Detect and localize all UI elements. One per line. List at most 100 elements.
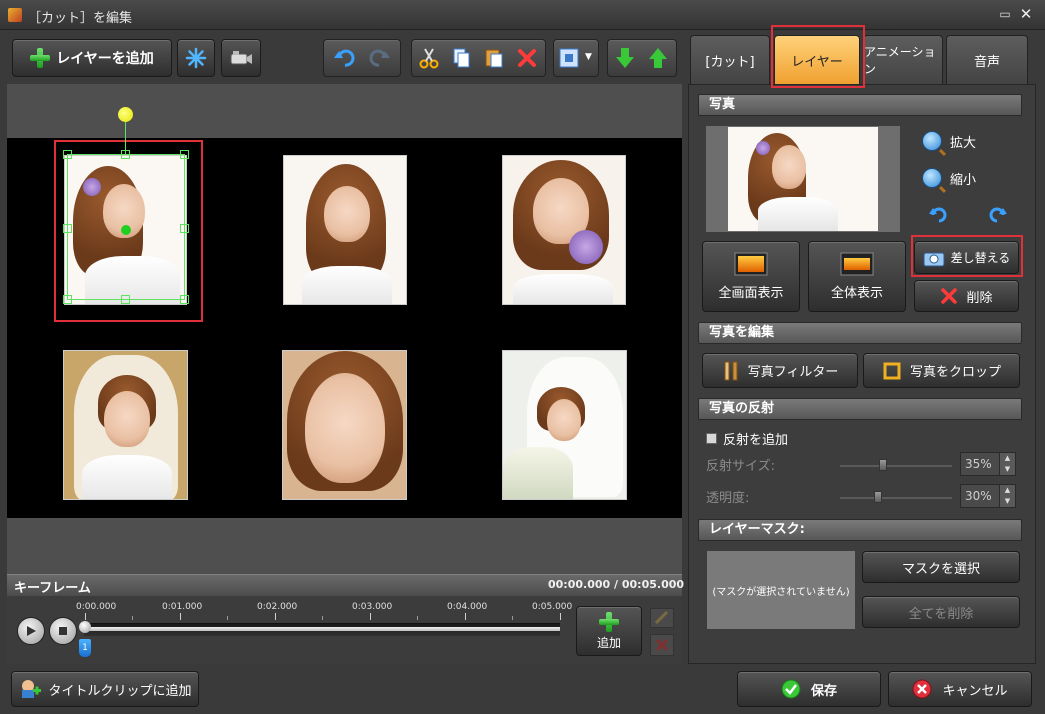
crop-icon [883,362,901,379]
rotate-left-icon [929,207,947,223]
photo-4[interactable] [63,350,188,500]
resize-handle-br[interactable] [180,295,189,304]
filter-brush-icon [724,361,738,380]
photo-5[interactable] [282,350,407,500]
cut-icon [419,48,439,69]
rotate-right-button[interactable] [986,204,1008,226]
reflection-section-header: 写真の反射 [698,398,1022,420]
resize-handle-l[interactable] [63,224,72,233]
paste-icon [485,49,503,68]
reflection-size-slider[interactable] [840,465,952,467]
delete-icon [941,288,958,304]
fit-all-button[interactable]: 全体表示 [808,241,906,312]
edit-keyframe-button[interactable] [650,608,674,628]
delete-icon [655,638,669,652]
photo-6[interactable] [502,350,627,500]
photo-2[interactable] [283,155,407,305]
zoom-in-label: 拡大 [950,135,977,151]
photo-3[interactable] [502,155,626,305]
resize-handle-b[interactable] [121,295,130,304]
zoom-out-icon [922,168,942,188]
time-current: 00:00.000 [548,578,611,591]
delete-button[interactable] [512,43,542,73]
resize-handle-tr[interactable] [180,150,189,159]
cancel-icon [912,679,932,699]
tab-animation[interactable]: アニメーション [863,35,943,84]
tick-label: 0:04.000 [447,602,488,612]
paste-button[interactable] [479,43,509,73]
maximize-icon[interactable]: ▭ [998,6,1012,22]
opacity-thumb[interactable] [873,491,882,503]
reflection-size-spinner[interactable]: 35% ▲ ▼ [960,452,1016,476]
tick-label: 0:00.000 [76,602,117,612]
zoom-in-button[interactable]: 拡大 [922,131,976,151]
crop-photo-button[interactable]: 写真をクロップ [863,353,1020,388]
fullscreen-button[interactable]: 全画面表示 [702,241,800,312]
undo-icon [334,49,355,67]
fit-all-label: 全体表示 [830,286,883,301]
copy-button[interactable] [446,43,476,73]
redo-button[interactable] [364,43,394,73]
delete-photo-button[interactable]: 削除 [914,280,1019,312]
resize-handle-t[interactable] [121,150,130,159]
tick-mark [275,613,276,620]
move-down-button[interactable] [611,43,639,73]
cancel-label: キャンセル [942,683,1008,699]
tick-label: 0:02.000 [257,602,298,612]
rotation-handle[interactable] [118,107,133,122]
delete-keyframe-button[interactable] [650,634,674,656]
playhead[interactable] [79,621,91,633]
effects-button[interactable] [177,39,215,77]
undo-button[interactable] [330,43,360,73]
fit-icon [559,48,579,68]
camera-button[interactable] [221,39,261,77]
app-icon [8,8,22,22]
pencil-icon [654,610,669,625]
spinner-arrows-icon[interactable]: ▲ ▼ [999,453,1015,475]
rotate-left-button[interactable] [928,204,950,226]
spinner-arrows-icon[interactable]: ▲ ▼ [999,485,1015,507]
play-button[interactable] [17,617,45,645]
replace-highlight [911,235,1023,277]
add-keyframe-button[interactable]: 追加 [576,606,642,656]
reflection-size-label: 反射サイズ: [706,459,775,474]
tab-audio[interactable]: 音声 [946,35,1028,84]
edit-section-header: 写真を編集 [698,322,1022,344]
add-layer-button[interactable]: レイヤーを追加 [12,39,172,77]
stop-button[interactable] [49,617,77,645]
opacity-label: 透明度: [706,491,750,506]
mask-empty-text: (マスクが選択されていません) [712,586,850,598]
clear-mask-button[interactable]: 全てを削除 [862,596,1020,628]
keyframe-marker[interactable]: 1 [79,639,91,657]
cancel-button[interactable]: キャンセル [888,671,1032,707]
cut-button[interactable] [414,43,444,73]
move-up-button[interactable] [644,43,672,73]
reflection-size-thumb[interactable] [879,459,888,471]
camera-icon [230,51,252,65]
tick-label: 0:05.000 [532,602,573,612]
center-point[interactable] [121,225,131,235]
select-mask-button[interactable]: マスクを選択 [862,551,1020,583]
select-mask-label: マスクを選択 [901,561,980,577]
dropdown-icon: ▼ [585,52,592,62]
resize-handle-r[interactable] [180,224,189,233]
time-separator: / [614,578,619,591]
resize-handle-bl[interactable] [63,295,72,304]
photo-filter-button[interactable]: 写真フィルター [702,353,858,388]
fullscreen-label: 全画面表示 [718,286,784,301]
add-title-clip-button[interactable]: タイトルクリップに追加 [11,671,199,707]
resize-handle-tl[interactable] [63,150,72,159]
save-label: 保存 [810,683,837,699]
tab-cut[interactable]: [カット] [690,35,770,84]
reflection-checkbox[interactable] [706,433,717,444]
reflection-checkbox-row[interactable]: 反射を追加 [706,429,788,448]
keyframe-title: キーフレーム [14,581,91,596]
zoom-out-button[interactable]: 縮小 [922,168,976,188]
opacity-spinner[interactable]: 30% ▲ ▼ [960,484,1016,508]
opacity-slider[interactable] [840,497,952,499]
close-icon[interactable]: ✕ [1018,5,1034,23]
rotate-right-icon [989,207,1007,223]
save-button[interactable]: 保存 [737,671,881,707]
crop-photo-label: 写真をクロップ [909,365,1001,380]
fit-dropdown[interactable]: ▼ [553,39,599,77]
